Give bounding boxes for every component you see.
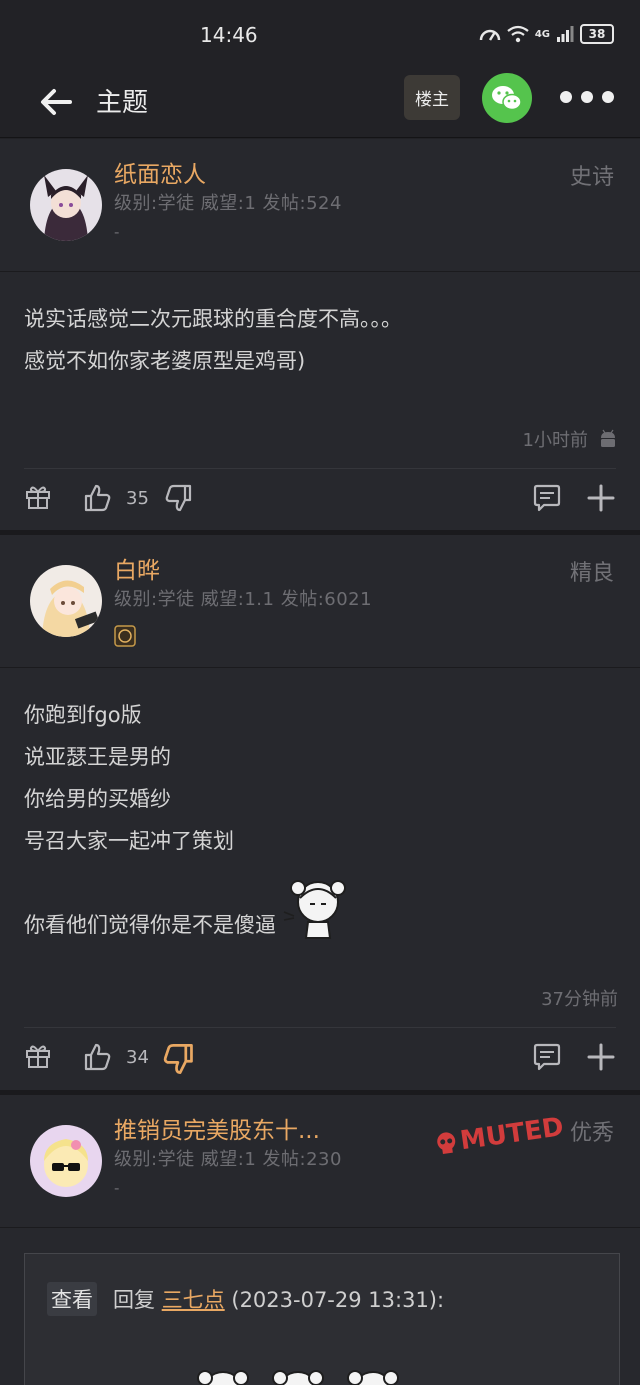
reply-icon[interactable] xyxy=(532,483,562,513)
post-header: 白晔 级别:学徒 威望:1.1 发帖:6021 精良 xyxy=(0,535,640,668)
muted-stamp: MUTED xyxy=(433,1112,566,1160)
avatar[interactable] xyxy=(30,565,102,637)
user-rank: 优秀 xyxy=(569,1121,614,1146)
quote-box: 查看 回复 三七点 (2023-07-29 13:31): xyxy=(24,1253,620,1385)
status-bar: 14:46 4G 38 xyxy=(0,0,640,70)
user-signature: - xyxy=(114,223,120,241)
thumbs-up-icon[interactable] xyxy=(82,483,112,513)
reply-icon[interactable] xyxy=(532,1042,562,1072)
sticker-row-image xyxy=(197,1370,399,1385)
username[interactable]: 推销员完美股东十... xyxy=(114,1111,320,1145)
add-icon[interactable] xyxy=(586,1042,616,1072)
username[interactable]: 纸面恋人 xyxy=(114,155,206,189)
thumbs-down-icon[interactable] xyxy=(164,483,194,513)
battery-icon: 38 xyxy=(580,24,614,44)
reply-prefix: 回复 xyxy=(113,1288,155,1312)
user-rank: 史诗 xyxy=(569,165,614,190)
thumbs-up-icon[interactable] xyxy=(82,1042,112,1072)
wechat-share-button[interactable] xyxy=(482,73,532,123)
post-time: 1小时前 xyxy=(523,426,618,452)
post-card: 白晔 级别:学徒 威望:1.1 发帖:6021 精良 你跑到fgo版 说亚瑟王是… xyxy=(0,535,640,1091)
quoted-user-link[interactable]: 三七点 xyxy=(162,1288,225,1312)
content-line: 感觉不如你家老婆原型是鸡哥) xyxy=(24,349,306,373)
android-icon xyxy=(601,429,615,447)
post-card: 纸面恋人 级别:学徒 威望:1 发帖:524 - 史诗 说实话感觉二次元跟球的重… xyxy=(0,139,640,531)
content-line: 号召大家一起冲了策划 xyxy=(24,829,234,853)
post-actions: 35 xyxy=(0,469,640,531)
signal-icon xyxy=(557,26,574,42)
content-line: 你跑到fgo版 xyxy=(24,703,142,727)
wifi-icon xyxy=(507,25,529,43)
post-content: 你跑到fgo版 说亚瑟王是男的 你给男的买婚纱 号召大家一起冲了策划 你看他们觉… xyxy=(0,668,640,946)
back-button[interactable] xyxy=(36,82,76,122)
add-icon[interactable] xyxy=(586,483,616,513)
post-header: 推销员完美股东十... 级别:学徒 威望:1 发帖:230 - MUTED 优秀 xyxy=(0,1095,640,1228)
quote-time: (2023-07-29 13:31): xyxy=(231,1288,445,1312)
like-count: 35 xyxy=(126,488,149,509)
op-only-button[interactable]: 楼主 xyxy=(404,75,460,120)
gift-icon[interactable] xyxy=(24,1042,52,1070)
content-line: 你看他们觉得你是不是傻逼 xyxy=(24,880,616,946)
avatar[interactable] xyxy=(30,1125,102,1197)
gift-icon[interactable] xyxy=(24,483,52,511)
user-signature: - xyxy=(114,1179,120,1197)
sticker-image xyxy=(283,880,346,939)
content-line: 说亚瑟王是男的 xyxy=(24,745,171,769)
post-time: 37分钟前 xyxy=(541,989,618,1010)
battery-level: 38 xyxy=(588,27,606,41)
badge-icon xyxy=(114,625,136,647)
post-actions: 34 xyxy=(0,1028,640,1090)
network-type: 4G xyxy=(534,28,550,40)
avatar[interactable] xyxy=(30,169,102,241)
content-line: 说实话感觉二次元跟球的重合度不高。。。 xyxy=(24,307,402,331)
post-header: 纸面恋人 级别:学徒 威望:1 发帖:524 - 史诗 xyxy=(0,139,640,272)
muted-label: MUTED xyxy=(458,1112,566,1157)
arrow-left-icon xyxy=(41,89,72,115)
quote-header: 回复 三七点 (2023-07-29 13:31): xyxy=(113,1284,444,1314)
user-rank: 精良 xyxy=(569,561,614,586)
page-title: 主题 xyxy=(96,88,149,118)
user-meta: 级别:学徒 威望:1.1 发帖:6021 xyxy=(114,589,373,610)
content-line: 你给男的买婚纱 xyxy=(24,787,171,811)
more-menu-button[interactable] xyxy=(560,87,616,107)
user-meta: 级别:学徒 威望:1 发帖:524 xyxy=(114,193,342,214)
status-time: 14:46 xyxy=(200,23,258,47)
speed-icon xyxy=(479,29,501,41)
status-icons: 4G 38 xyxy=(479,24,614,44)
user-meta: 级别:学徒 威望:1 发帖:230 xyxy=(114,1149,342,1170)
username[interactable]: 白晔 xyxy=(114,551,160,585)
thumbs-down-icon[interactable] xyxy=(162,1042,196,1076)
post-content: 说实话感觉二次元跟球的重合度不高。。。 感觉不如你家老婆原型是鸡哥) xyxy=(0,272,640,382)
view-button[interactable]: 查看 xyxy=(47,1282,97,1316)
skull-icon xyxy=(437,1132,456,1154)
title-bar: 主题 楼主 xyxy=(0,70,640,138)
wechat-icon xyxy=(492,86,522,111)
post-time-text: 1小时前 xyxy=(522,430,588,451)
content-line-text: 你看他们觉得你是不是傻逼 xyxy=(24,913,276,937)
like-count: 34 xyxy=(126,1047,149,1068)
